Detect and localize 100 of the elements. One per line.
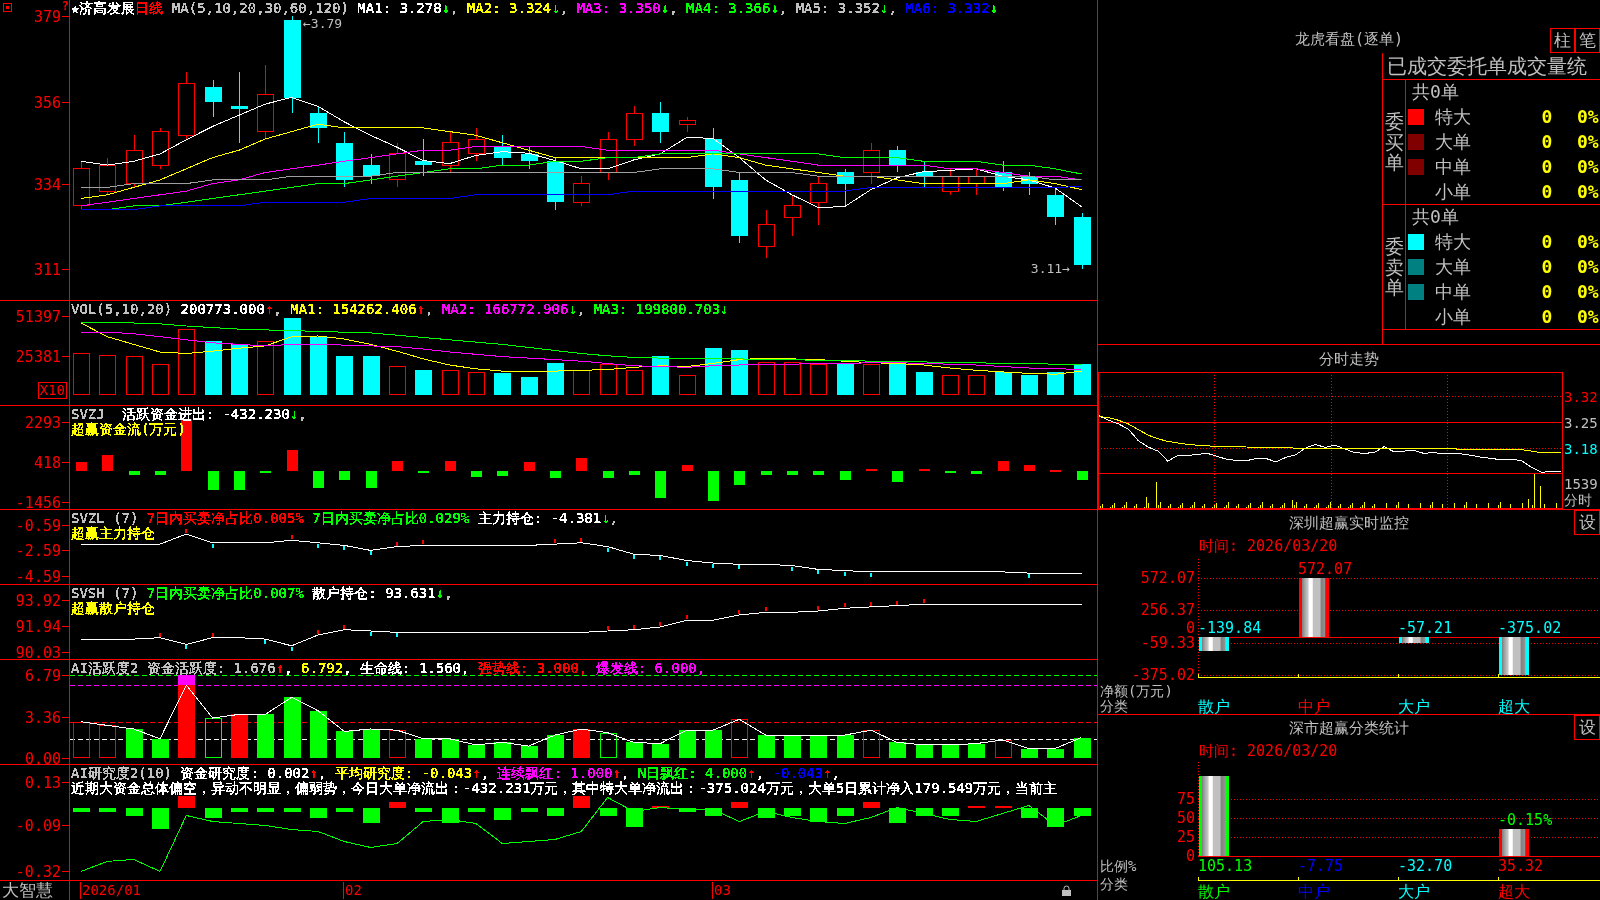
legend-text: ↑ xyxy=(264,301,274,317)
legend-text: ↓ xyxy=(289,406,299,422)
legend-text: , xyxy=(444,585,453,601)
legend-text: AI活跃度2 xyxy=(71,660,140,676)
view-toggle-button[interactable]: 笔 xyxy=(1575,28,1600,53)
legend-text: MA2: 166772.906 xyxy=(441,301,569,317)
value-label: 572.07 xyxy=(1298,560,1353,579)
axis-tick-label: 379 xyxy=(33,7,61,26)
category-label: 超大 xyxy=(1498,881,1530,900)
axis-tick-label: 334 xyxy=(33,175,61,194)
legend-text: 资金研究度: 0.002 xyxy=(180,765,310,781)
legend-text: 生命线: 1.560, xyxy=(360,660,471,676)
legend-text: 7日内买卖净占比0.005% xyxy=(146,510,305,526)
legend-text: SVZL (7) xyxy=(71,510,140,526)
order-count: 0 xyxy=(1540,155,1554,178)
candlestick xyxy=(731,172,748,244)
value-label: 35.32 xyxy=(1498,857,1544,875)
settings-button[interactable]: 设 xyxy=(1574,510,1600,535)
candlestick xyxy=(310,105,327,144)
axis-tick-label: 418 xyxy=(33,453,61,472)
order-size-label: 大单 xyxy=(1435,255,1472,278)
legend-text: ↓ xyxy=(551,0,560,16)
order-size-label: 中单 xyxy=(1435,280,1472,303)
legend-text: ↑ xyxy=(823,765,832,781)
axis-tick-label: 90.03 xyxy=(15,643,61,659)
price-annotation: ←3.79 xyxy=(303,15,343,31)
axis-tick-label: 0.00 xyxy=(24,749,61,764)
axis-tick-label: 3.18 xyxy=(1564,440,1598,457)
candlestick xyxy=(889,145,906,173)
lock-icon xyxy=(1062,885,1071,896)
axis-tick-label: -1456 xyxy=(15,493,61,509)
candlestick xyxy=(810,175,827,226)
axis-tick-label: 2293 xyxy=(24,413,61,432)
legend-text: 主力持仓: -4.381 xyxy=(477,510,602,526)
legend-text: MA6: 3.332 xyxy=(905,0,990,16)
axis-tick-label: 50 xyxy=(1176,808,1195,827)
legend-text: MA3: 199800.703 xyxy=(593,301,721,317)
candlestick xyxy=(336,131,353,188)
axis-tick-label: 51397 xyxy=(15,307,61,326)
axis-title: 比例% xyxy=(1100,858,1137,874)
candlestick xyxy=(547,157,564,211)
legend-text: ↓ xyxy=(601,510,610,526)
legend-text: ↓ xyxy=(568,301,577,317)
candlestick xyxy=(152,127,169,170)
axis-tick-label: -0.32 xyxy=(15,862,61,880)
date-label: 2026/01 xyxy=(80,882,141,899)
axis-tick-label: 25 xyxy=(1176,827,1195,846)
candlestick xyxy=(573,175,590,207)
legend-text: 活跃资金进出: -432.230 xyxy=(121,406,290,422)
axis-tick-label: 311 xyxy=(33,260,61,279)
legend-text: ↑ xyxy=(612,765,621,781)
date-label: 02 xyxy=(343,882,362,899)
category-label: 中户 xyxy=(1298,696,1330,714)
settings-button[interactable]: 设 xyxy=(1574,715,1600,740)
legend-text: ↓ xyxy=(989,0,998,16)
order-count: 0 xyxy=(1540,130,1554,153)
candlestick xyxy=(863,142,880,185)
legend-text: , xyxy=(831,765,840,781)
legend-text: , xyxy=(343,660,353,676)
order-size-label: 小单 xyxy=(1435,180,1472,203)
axis-title: 分类 xyxy=(1100,698,1128,714)
legend-text: , xyxy=(559,0,570,16)
legend-text: 7日内买卖净占比0.007% xyxy=(146,585,305,601)
legend-text: , xyxy=(317,765,328,781)
legend-text: ↑ xyxy=(747,765,756,781)
candlestick xyxy=(968,168,985,196)
axis-tick-label: 3.32 xyxy=(1564,388,1598,405)
value-label: -32.70 xyxy=(1398,857,1453,875)
order-size-label: 中单 xyxy=(1435,155,1472,178)
value-label: -375.02 xyxy=(1498,618,1562,637)
axis-tick-label: -2.59 xyxy=(15,541,61,560)
percent-annotation: -0.15% xyxy=(1498,811,1553,830)
legend-text: MA(5,10,20,30,60,120) xyxy=(170,0,350,16)
axis-tick-label: 3.25 xyxy=(1564,414,1598,431)
legend-text: MA1: 3.278 xyxy=(357,0,442,16)
candlestick xyxy=(178,71,195,140)
axis-tick-label: -0.09 xyxy=(15,816,61,835)
legend-text: ↓ xyxy=(770,0,779,16)
order-share: 0% xyxy=(1577,130,1599,153)
candlestick xyxy=(995,160,1012,192)
legend-text: 200773.000 xyxy=(180,301,265,317)
candlestick xyxy=(73,160,90,211)
view-toggle-button[interactable]: 柱 xyxy=(1550,28,1575,53)
axis-title: 净额(万元) xyxy=(1100,683,1173,699)
candlestick xyxy=(1074,212,1091,270)
candlestick xyxy=(916,160,933,188)
axis-tick-label: 91.94 xyxy=(15,617,61,636)
order-share: 0% xyxy=(1577,305,1599,328)
axis-tick-label: 1539 xyxy=(1564,476,1598,492)
legend-text: VOL(5,10,20) xyxy=(71,301,174,317)
axis-tick-label: 75 xyxy=(1176,789,1195,808)
axis-tick-label: 356 xyxy=(33,93,61,112)
axis-tick-label: 0.13 xyxy=(24,773,61,792)
value-label: -57.21 xyxy=(1398,618,1453,637)
legend-text: 散户持仓: 93.631 xyxy=(312,585,436,601)
legend-text: , xyxy=(273,301,283,317)
candlestick xyxy=(389,142,406,188)
help-mark: ? xyxy=(61,0,69,12)
table-title: 已成交委托单成交量统 xyxy=(1387,54,1587,78)
candlestick xyxy=(679,116,696,133)
